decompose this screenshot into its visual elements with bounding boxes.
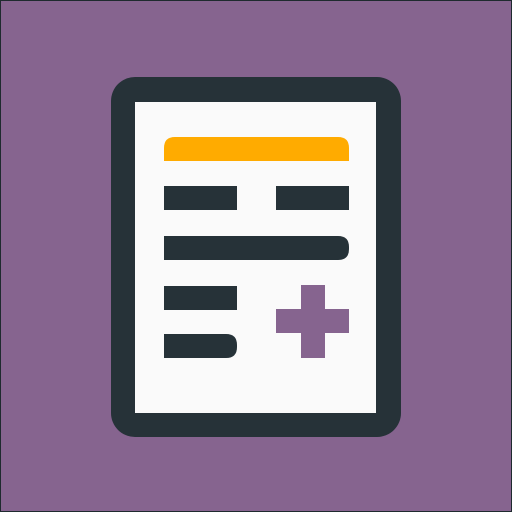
- highlighted-text-line: [164, 137, 349, 161]
- app-icon-tile: [0, 0, 512, 512]
- text-line-left-3: [164, 334, 237, 358]
- text-line-right-1: [276, 186, 349, 210]
- text-line-left-2: [164, 286, 237, 310]
- plus-icon-horizontal: [276, 309, 349, 333]
- text-line-full: [164, 236, 349, 260]
- document-add-icon: [1, 1, 511, 511]
- text-line-left-1: [164, 186, 237, 210]
